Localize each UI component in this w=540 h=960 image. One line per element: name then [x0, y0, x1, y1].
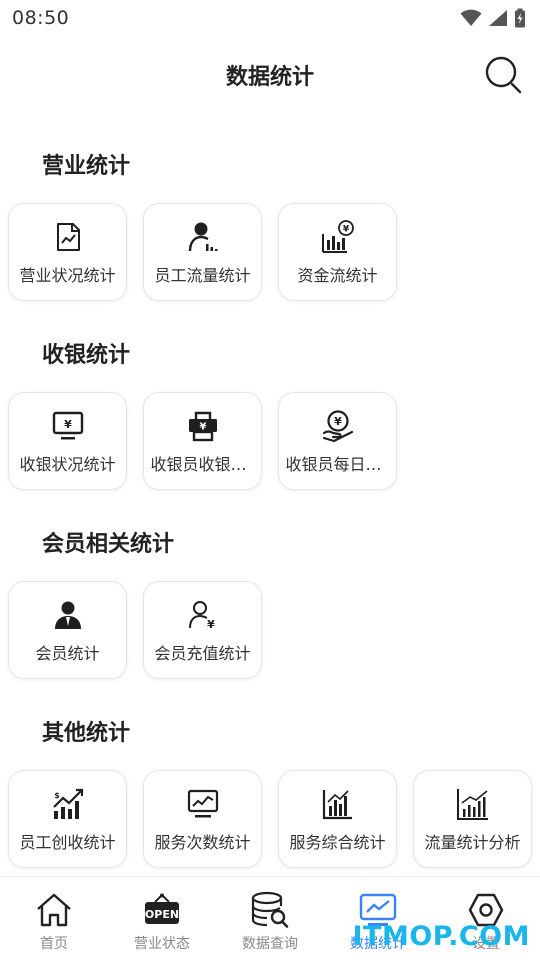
card-label: 资金流统计	[297, 266, 378, 285]
signal-icon	[489, 10, 507, 26]
person-yen-icon: ¥	[186, 598, 220, 632]
database-search-icon	[250, 891, 290, 929]
member-person-icon	[51, 598, 85, 632]
monitor-chart-icon	[186, 787, 220, 821]
battery-icon	[515, 8, 525, 28]
app-bar: 数据统计	[0, 44, 540, 106]
status-bar: 08:50	[0, 0, 540, 36]
svg-text:¥: ¥	[207, 618, 215, 630]
card-label: 收银状况统计	[19, 455, 116, 474]
card-label: 员工创收统计	[19, 833, 116, 852]
card-employee-revenue[interactable]: $ 员工创收统计	[8, 770, 127, 868]
card-member-recharge[interactable]: ¥ 会员充值统计	[143, 581, 262, 679]
card-service-count[interactable]: 服务次数统计	[143, 770, 262, 868]
monitor-yen-icon: ¥	[51, 409, 85, 443]
open-sign-icon: OPEN	[142, 891, 182, 929]
svg-text:¥: ¥	[342, 225, 349, 235]
card-cashier-status[interactable]: ¥ 收银状况统计	[8, 392, 127, 490]
business-grid: 营业状况统计 员工流量统计 ¥ 资金流统计	[8, 203, 397, 301]
trend-chart-icon	[456, 787, 490, 821]
svg-text:$: $	[54, 791, 60, 800]
svg-text:¥: ¥	[64, 418, 72, 431]
section-title-other: 其他统计	[42, 721, 131, 746]
watermark: ITMOP.COM	[352, 921, 530, 952]
tab-label: 数据查询	[242, 936, 298, 952]
member-grid: 会员统计 ¥ 会员充值统计	[8, 581, 262, 679]
svg-text:¥: ¥	[334, 415, 342, 428]
card-cashier-daily[interactable]: ¥ 收银员每日统计	[278, 392, 397, 490]
bar-chart-icon	[321, 787, 355, 821]
tab-label: 营业状态	[134, 936, 190, 952]
tab-label: 首页	[40, 936, 68, 952]
hand-coin-icon: ¥	[321, 409, 355, 443]
card-label: 流量统计分析	[424, 833, 521, 852]
home-icon	[34, 891, 74, 929]
cash-register-icon: ¥	[186, 409, 220, 443]
page-title: 数据统计	[225, 65, 314, 90]
card-traffic-analysis[interactable]: 流量统计分析	[413, 770, 532, 868]
card-label: 收银员收银统计	[150, 455, 255, 474]
card-employee-flow[interactable]: 员工流量统计	[143, 203, 262, 301]
section-title-business: 营业统计	[42, 154, 131, 179]
person-chart-icon	[186, 220, 220, 254]
card-label: 营业状况统计	[19, 266, 116, 285]
card-label: 员工流量统计	[154, 266, 251, 285]
card-label: 会员统计	[35, 644, 100, 663]
card-member-stats[interactable]: 会员统计	[8, 581, 127, 679]
card-label: 收银员每日统计	[285, 455, 390, 474]
cashier-grid: ¥ 收银状况统计 ¥ 收银员收银统计 ¥ 收银员每日统计	[8, 392, 397, 490]
card-business-status[interactable]: 营业状况统计	[8, 203, 127, 301]
section-title-cashier: 收银统计	[42, 343, 131, 368]
card-cashier-collection[interactable]: ¥ 收银员收银统计	[143, 392, 262, 490]
other-grid: $ 员工创收统计 服务次数统计 服务综合统计 流量统计分析	[8, 770, 532, 868]
open-sign-text: OPEN	[145, 908, 179, 921]
wifi-icon	[460, 9, 482, 26]
status-icons	[460, 8, 526, 28]
card-label: 服务综合统计	[289, 833, 386, 852]
search-icon	[485, 56, 522, 94]
report-chart-icon	[51, 220, 85, 254]
card-label: 会员充值统计	[154, 644, 251, 663]
tab-data-query[interactable]: 数据查询	[216, 877, 324, 960]
status-time: 08:50	[12, 7, 70, 29]
growth-bars-icon: $	[51, 787, 85, 821]
card-service-comprehensive[interactable]: 服务综合统计	[278, 770, 397, 868]
money-bar-chart-icon: ¥	[321, 220, 355, 254]
section-title-member: 会员相关统计	[42, 532, 175, 557]
tab-home[interactable]: 首页	[0, 877, 108, 960]
search-button[interactable]	[482, 53, 526, 97]
card-label: 服务次数统计	[154, 833, 251, 852]
tab-business-status[interactable]: OPEN 营业状态	[108, 877, 216, 960]
card-capital-flow[interactable]: ¥ 资金流统计	[278, 203, 397, 301]
